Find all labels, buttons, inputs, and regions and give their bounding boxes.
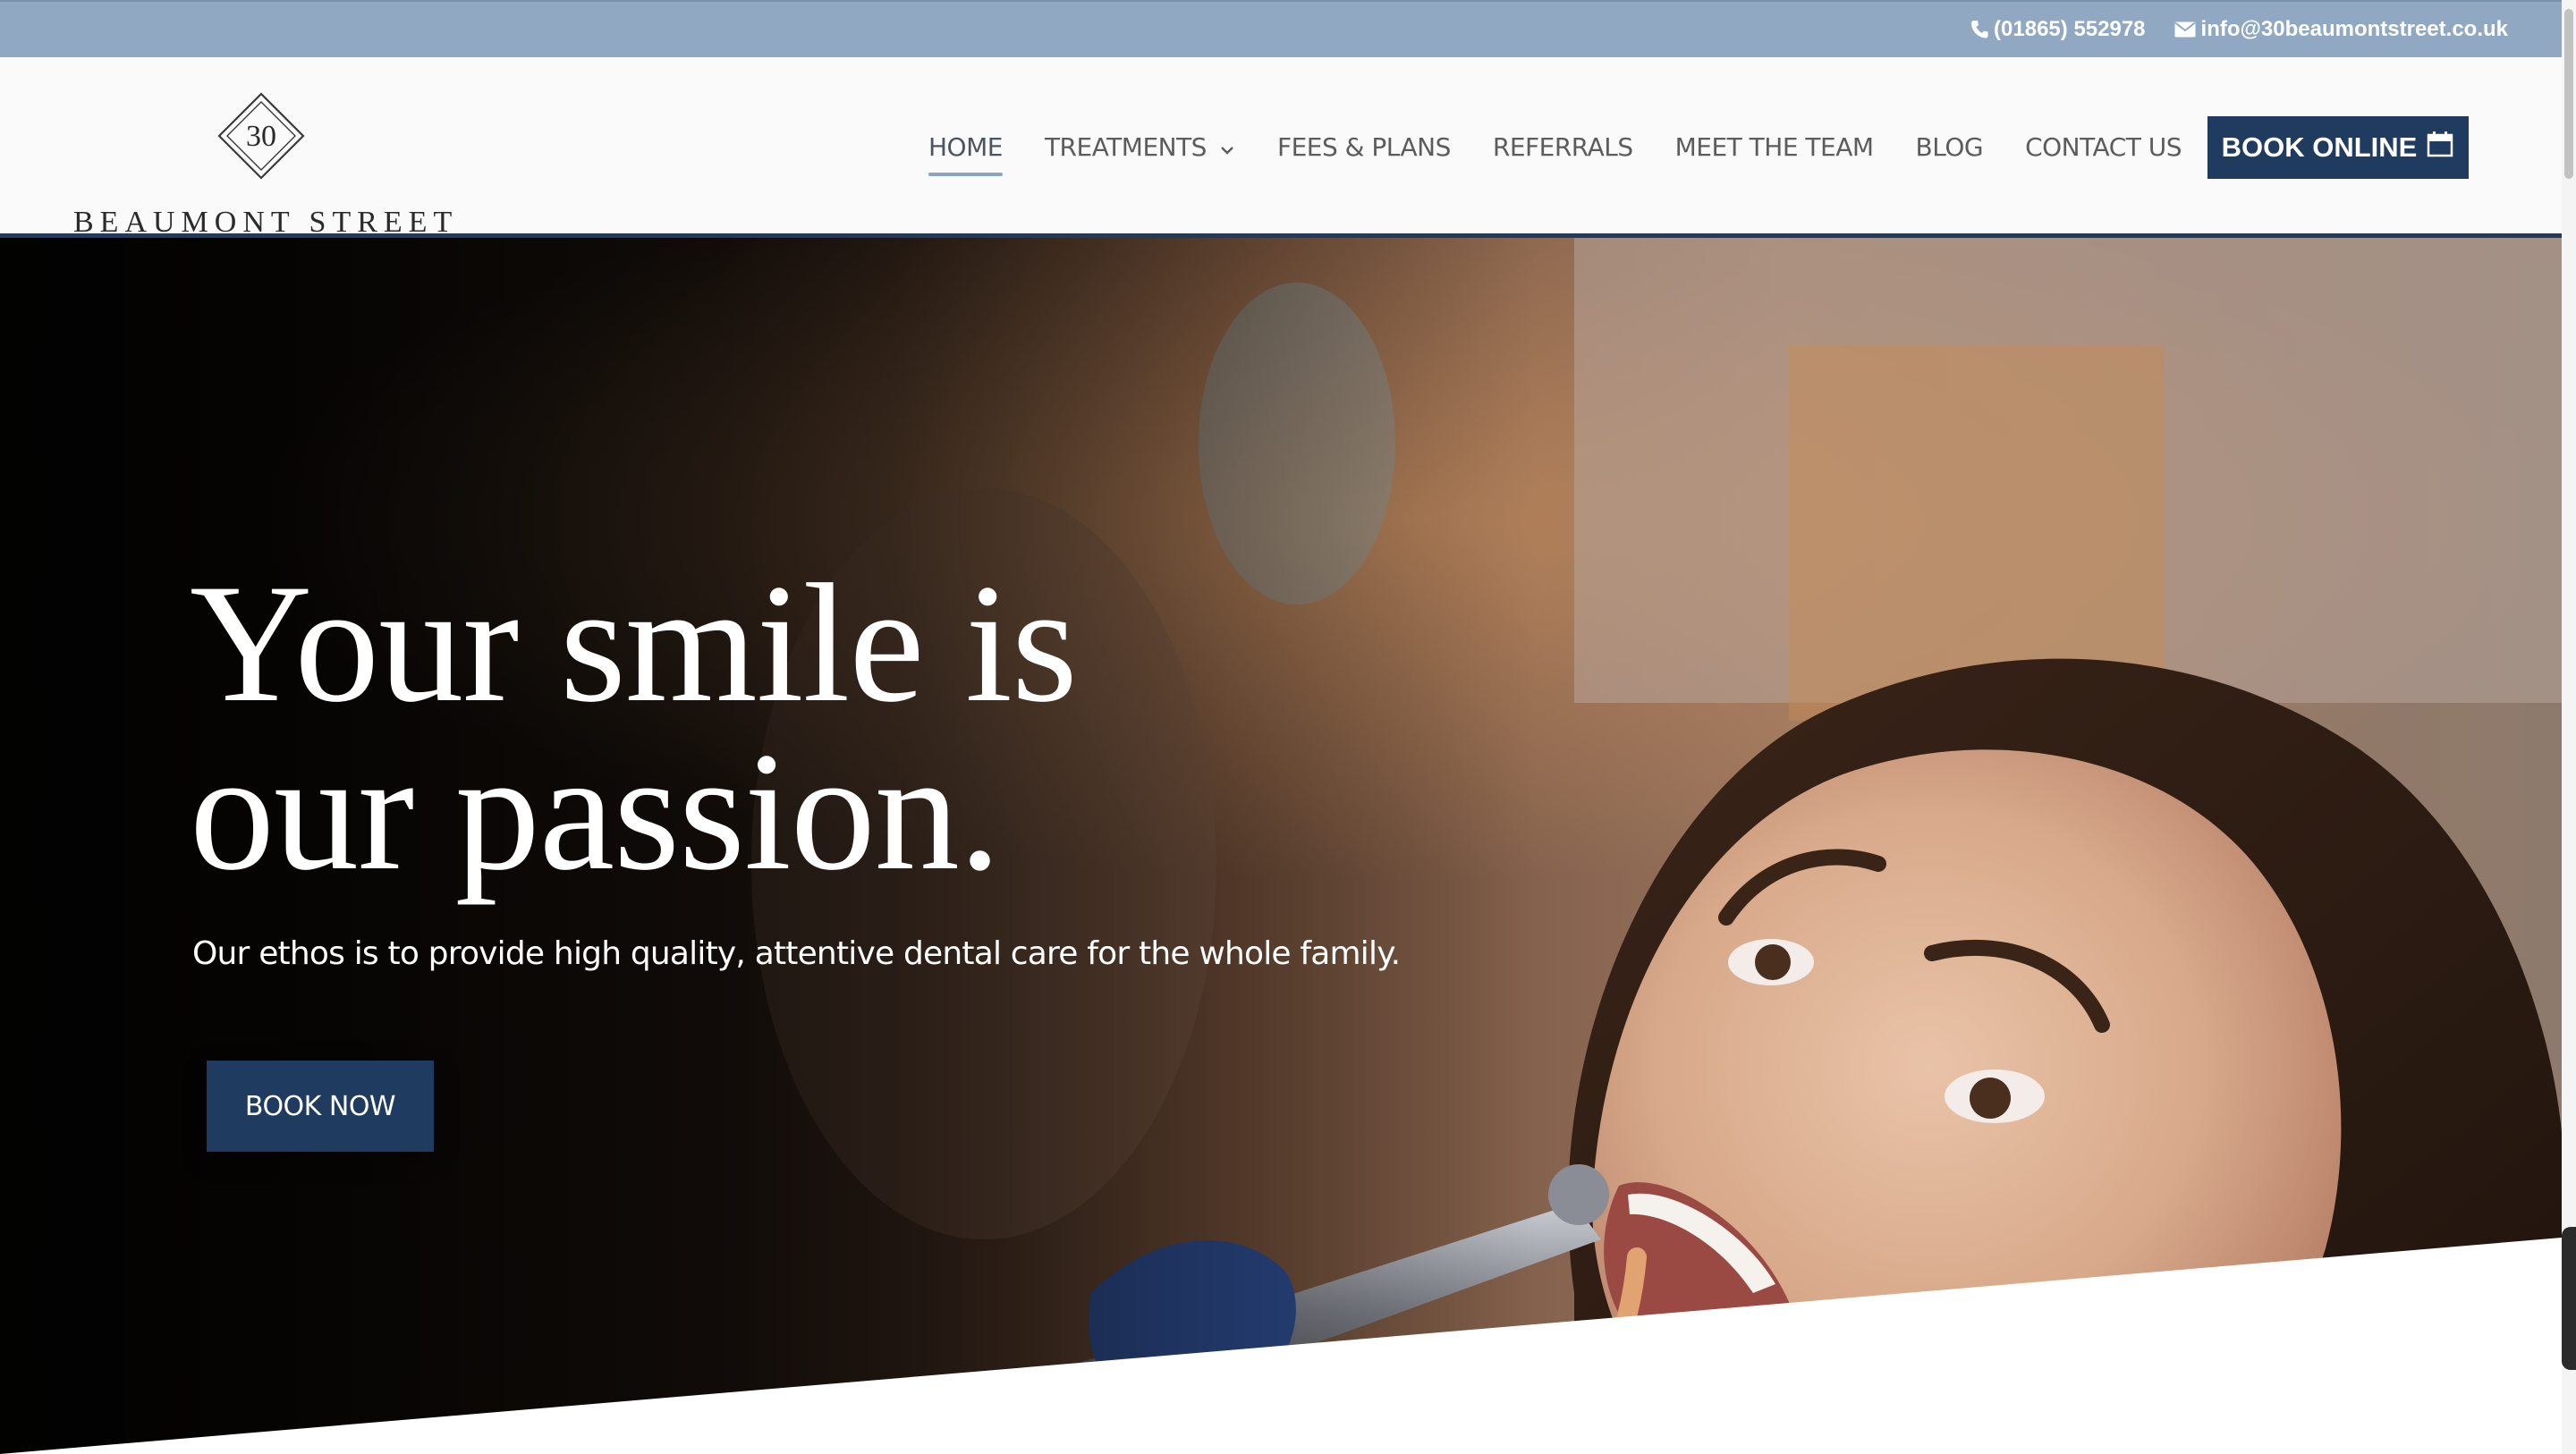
hero-heading: Your smile is our passion. (190, 550, 1078, 906)
nav-item-contact-us[interactable]: CONTACT US (2025, 132, 2182, 162)
hero-subheading: Our ethos is to provide high quality, at… (192, 935, 1401, 972)
hero-heading-line-2: our passion. (190, 718, 1001, 906)
nav-item-meet-the-team[interactable]: MEET THE TEAM (1675, 132, 1874, 162)
email-link[interactable]: info@30beaumontstreet.co.uk (2174, 17, 2508, 42)
side-widget-tab[interactable] (2562, 1227, 2576, 1370)
page-scrollbar[interactable] (2562, 0, 2576, 1454)
envelope-icon (2174, 21, 2196, 38)
contact-links: (01865) 552978 info@30beaumontstreet.co.… (1970, 2, 2508, 57)
site-logo[interactable]: 30 BEAUMONT STREET (73, 91, 452, 239)
logo-diamond-mark: 30 (216, 91, 306, 181)
book-now-button[interactable]: BOOK NOW (207, 1061, 434, 1152)
nav-item-fees-plans[interactable]: FEES & PLANS (1277, 132, 1451, 162)
scrollbar-thumb[interactable] (2564, 9, 2573, 179)
svg-text:30: 30 (246, 120, 276, 153)
phone-link[interactable]: (01865) 552978 (1970, 17, 2146, 42)
nav-item-home[interactable]: HOME (928, 132, 1003, 176)
calendar-icon (2426, 130, 2454, 165)
chevron-down-icon (1219, 132, 1235, 162)
hero-section: Your smile is our passion. Our ethos is … (0, 238, 2562, 1454)
email-address: info@30beaumontstreet.co.uk (2200, 17, 2508, 41)
top-contact-bar: (01865) 552978 info@30beaumontstreet.co.… (0, 0, 2562, 57)
book-online-button[interactable]: BOOK ONLINE (2207, 116, 2469, 179)
nav-item-referrals[interactable]: REFERRALS (1493, 132, 1633, 162)
nav-item-blog[interactable]: BLOG (1916, 132, 1984, 162)
nav-item-treatments[interactable]: TREATMENTS (1045, 132, 1235, 162)
logo-wordmark: BEAUMONT STREET (73, 206, 459, 239)
hero-heading-line-1: Your smile is (190, 550, 1078, 738)
main-navigation: HOME TREATMENTS FEES & PLANS REFERRALS M… (928, 57, 2224, 236)
phone-number: (01865) 552978 (1994, 17, 2146, 41)
phone-icon (1970, 20, 1988, 39)
site-header: 30 BEAUMONT STREET HOME TREATMENTS FEES … (0, 57, 2562, 239)
